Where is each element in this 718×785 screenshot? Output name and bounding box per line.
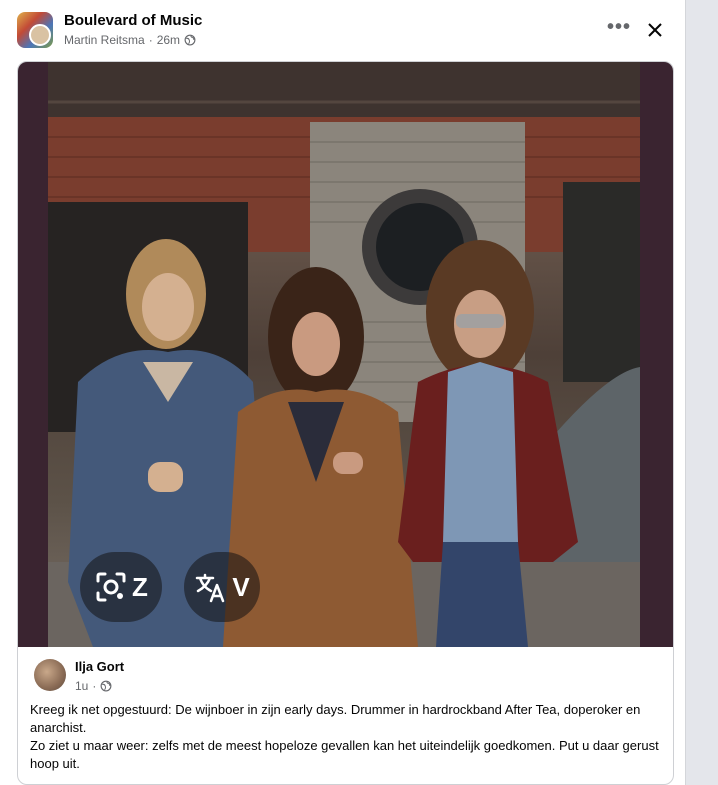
translate-icon	[196, 573, 225, 603]
shared-post-meta: 1u ·	[75, 679, 112, 693]
shared-post-body: Ilja Gort 1u · Kreeg ik net opgestuurd: …	[18, 647, 673, 784]
post-meta: Martin Reitsma · 26m	[64, 33, 196, 47]
translate-label: V	[232, 571, 250, 602]
shared-post: Z V Ilja Gort 1u · Kreeg ik net opgestuu…	[17, 61, 674, 785]
more-options-icon[interactable]: •••	[604, 16, 634, 44]
author-avatar	[29, 24, 51, 46]
globe-icon	[100, 680, 112, 692]
lens-button[interactable]: Z	[80, 552, 162, 622]
globe-icon	[184, 34, 196, 46]
shared-post-time[interactable]: 1u	[75, 679, 88, 693]
group-name[interactable]: Boulevard of Music	[64, 12, 202, 29]
meta-separator: ·	[92, 679, 97, 693]
photo-frame: Z V	[18, 62, 673, 647]
lens-label: Z	[132, 571, 148, 602]
shared-author-name[interactable]: Ilja Gort	[75, 659, 124, 674]
meta-separator: ·	[148, 33, 153, 47]
post-text-paragraph: Zo ziet u maar weer: zelfs met de meest …	[30, 738, 659, 771]
translate-button[interactable]: V	[184, 552, 260, 622]
post-header: Boulevard of Music Martin Reitsma · 26m …	[0, 0, 685, 58]
post-text-paragraph: Kreeg ik net opgestuurd: De wijnboer in …	[30, 702, 641, 735]
lens-icon	[96, 572, 126, 602]
shared-post-text: Kreeg ik net opgestuurd: De wijnboer in …	[30, 701, 660, 773]
group-avatar[interactable]	[17, 12, 53, 48]
shared-author-avatar[interactable]	[34, 659, 66, 691]
close-icon[interactable]	[641, 16, 669, 44]
post-card: Boulevard of Music Martin Reitsma · 26m …	[0, 0, 686, 785]
post-time[interactable]: 26m	[157, 33, 180, 47]
post-author[interactable]: Martin Reitsma	[64, 33, 145, 47]
